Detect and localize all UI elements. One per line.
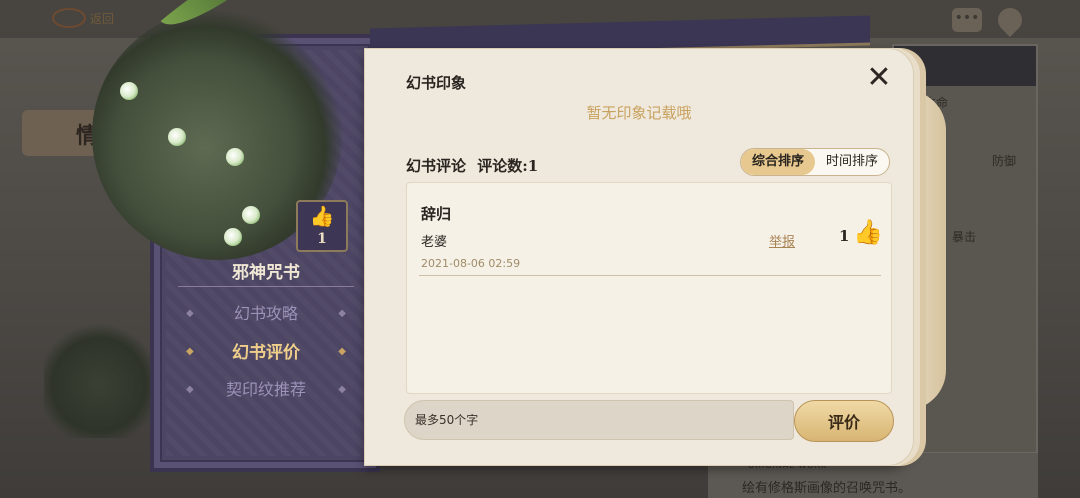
sort-button-time[interactable]: 时间排序 <box>815 149 889 175</box>
stats-panel-band <box>894 46 1036 86</box>
diamond-icon: ◆ <box>338 346 346 357</box>
reviews-title: 幻书评论 评论数:1 <box>406 155 538 176</box>
diamond-icon: ◆ <box>338 384 346 395</box>
report-link[interactable]: 举报 <box>769 231 795 250</box>
impressions-title: 幻书印象 <box>406 74 467 92</box>
book-title: 邪神咒书 <box>232 263 300 283</box>
ornament-icon <box>52 8 86 28</box>
diamond-icon: ◆ <box>338 308 346 319</box>
like-badge[interactable]: 👍 1 <box>296 200 348 252</box>
nav-item-label: 幻书攻略 <box>233 304 298 323</box>
sort-toggle: 综合排序 时间排序 <box>740 148 890 176</box>
impressions-empty-text: 暂无印象记载哦 <box>586 104 692 122</box>
shoggoth-thumbnail <box>44 320 154 438</box>
like-badge-count: 1 <box>317 231 327 247</box>
review-divider <box>419 275 881 276</box>
back-button[interactable]: 返回 <box>52 4 152 32</box>
comment-input[interactable] <box>404 400 794 440</box>
nav-item-seal-recommend[interactable]: ◆ 契印纹推荐 ◆ <box>176 376 356 406</box>
review-text: 老婆 <box>421 235 448 250</box>
location-pin-icon[interactable] <box>993 3 1027 37</box>
sort-button-overall[interactable]: 综合排序 <box>741 149 815 175</box>
close-icon[interactable]: ✕ <box>862 62 896 96</box>
creature-eye <box>168 128 186 146</box>
stat-defense-label: 防御 <box>992 154 1017 168</box>
nav-item-label: 幻书评价 <box>232 343 300 363</box>
nav-item-guide[interactable]: ◆ 幻书攻略 ◆ <box>176 300 356 330</box>
review-like-count: 1 <box>839 227 850 245</box>
nav-item-label: 契印纹推荐 <box>225 380 306 399</box>
review-timestamp: 2021-08-06 02:59 <box>421 257 521 270</box>
review-list: 辞归 老婆 举报 1 👍 2021-08-06 02:59 <box>406 182 892 394</box>
diamond-icon: ◆ <box>186 384 194 395</box>
stat-crit-label: 暴击 <box>952 230 977 244</box>
creature-eye <box>120 82 138 100</box>
submit-review-button[interactable]: 评价 <box>794 400 894 442</box>
title-divider <box>178 286 354 287</box>
reviews-count: 评论数:1 <box>477 157 539 175</box>
thumbs-up-icon[interactable]: 👍 <box>853 217 883 247</box>
diamond-icon: ◆ <box>186 308 194 319</box>
thumbs-up-icon: 👍 <box>309 204 335 228</box>
back-label: 返回 <box>90 11 115 26</box>
reviews-title-label: 幻书评论 <box>406 157 467 175</box>
book-description: 绘有修格斯画像的召唤咒书。 <box>742 481 912 496</box>
chat-icon[interactable]: ••• <box>952 8 982 32</box>
review-author: 辞归 <box>421 205 452 223</box>
creature-eye <box>224 228 242 246</box>
diamond-icon: ◆ <box>186 346 194 357</box>
nav-item-reviews[interactable]: ◆ 幻书评价 ◆ <box>176 338 356 368</box>
creature-eye <box>226 148 244 166</box>
creature-eye <box>242 206 260 224</box>
